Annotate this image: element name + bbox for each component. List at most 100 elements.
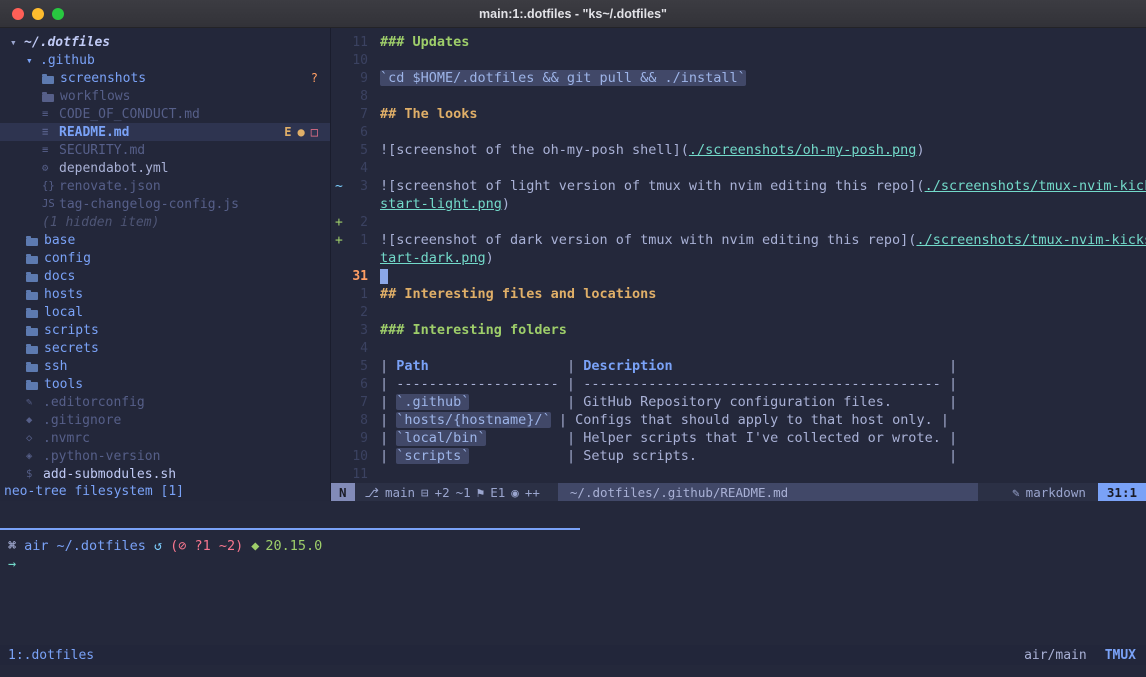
editor-line[interactable]: 7| `.github` | GitHub Repository configu… bbox=[331, 393, 1146, 411]
tree-item-config[interactable]: config bbox=[0, 249, 330, 267]
line-text: | Path | Description | bbox=[380, 358, 957, 374]
editor-line[interactable]: 11### Updates bbox=[331, 33, 1146, 51]
js-file-icon: JS bbox=[42, 198, 59, 210]
folder-icon bbox=[26, 382, 38, 390]
diff-changed: ~1 bbox=[456, 485, 471, 500]
tree-item-dependabot-yml[interactable]: ⚙dependabot.yml bbox=[0, 159, 330, 177]
tree-item-label: workflows bbox=[60, 89, 130, 104]
tree-item-label: ssh bbox=[44, 359, 67, 374]
tmux-window-tab[interactable]: 1:.dotfiles bbox=[8, 648, 94, 663]
tree-item-gitignore[interactable]: ◆.gitignore bbox=[0, 411, 330, 429]
editor-line[interactable]: 2 bbox=[331, 303, 1146, 321]
neo-tree-panel: ▾~/.dotfiles▾.githubscreenshots?workflow… bbox=[0, 28, 330, 501]
text-segment: | Helper scripts that I've collected or … bbox=[486, 430, 957, 446]
tree-item-code-of-conduct-md[interactable]: ≡CODE_OF_CONDUCT.md bbox=[0, 105, 330, 123]
line-number: 8 bbox=[344, 413, 368, 428]
editor-line[interactable]: ~3![screenshot of light version of tmux … bbox=[331, 177, 1146, 195]
tmux-session: ▾~/.dotfiles▾.githubscreenshots?workflow… bbox=[0, 28, 1146, 677]
text-segment: `scripts` bbox=[396, 448, 469, 464]
editor-line[interactable]: start-light.png) bbox=[331, 195, 1146, 213]
line-number: 7 bbox=[344, 107, 368, 122]
tree-item-tools[interactable]: tools bbox=[0, 375, 330, 393]
file-path: ~/.dotfiles/.github/README.md bbox=[558, 483, 978, 501]
tree-item-security-md[interactable]: ≡SECURITY.md bbox=[0, 141, 330, 159]
line-text: ## The looks bbox=[380, 106, 478, 122]
editor-line[interactable]: 1## Interesting files and locations bbox=[331, 285, 1146, 303]
tree-item-add-submodules-sh[interactable]: $add-submodules.sh bbox=[0, 465, 330, 483]
minimize-button[interactable] bbox=[32, 8, 44, 20]
tree-item-hosts[interactable]: hosts bbox=[0, 285, 330, 303]
editor-line[interactable]: 4 bbox=[331, 159, 1146, 177]
editor-line[interactable]: 10| `scripts` | Setup scripts. | bbox=[331, 447, 1146, 465]
editor-line[interactable]: +1![screenshot of dark version of tmux w… bbox=[331, 231, 1146, 249]
text-segment: | bbox=[380, 448, 396, 464]
tree-item-label: renovate.json bbox=[59, 179, 161, 194]
text-segment: | GitHub Repository configuration files.… bbox=[469, 394, 957, 410]
editor-line[interactable]: 31 bbox=[331, 267, 1146, 285]
tree-item-readme-md[interactable]: ≡README.mdE●□ bbox=[0, 123, 330, 141]
editor-line[interactable]: 11 bbox=[331, 465, 1146, 483]
text-segment: | Setup scripts. | bbox=[469, 448, 957, 464]
status-markers: E●□ bbox=[284, 125, 330, 139]
editor-line[interactable]: +2 bbox=[331, 213, 1146, 231]
line-text: tart-dark.png) bbox=[380, 250, 494, 266]
prompt-input-line[interactable]: → bbox=[8, 555, 16, 573]
editor-line[interactable]: 3### Interesting folders bbox=[331, 321, 1146, 339]
tree-item-dotfiles[interactable]: ▾~/.dotfiles bbox=[0, 33, 330, 51]
tree-item-label: .github bbox=[40, 53, 95, 68]
editor-line[interactable]: 8 bbox=[331, 87, 1146, 105]
editor-line[interactable]: tart-dark.png) bbox=[331, 249, 1146, 267]
expander-icon[interactable]: ▾ bbox=[10, 36, 24, 49]
tree-item-github[interactable]: ▾.github bbox=[0, 51, 330, 69]
yaml-file-icon: ⚙ bbox=[42, 162, 59, 174]
node-segment: ◆ 20.15.0 bbox=[251, 538, 322, 554]
tree-item-secrets[interactable]: secrets bbox=[0, 339, 330, 357]
editor-line[interactable]: 5![screenshot of the oh-my-posh shell](.… bbox=[331, 141, 1146, 159]
close-button[interactable] bbox=[12, 8, 24, 20]
editor-line[interactable]: 8| `hosts/{hostname}/` | Configs that sh… bbox=[331, 411, 1146, 429]
tree-item-screenshots[interactable]: screenshots? bbox=[0, 69, 330, 87]
tree-item-editorconfig[interactable]: ✎.editorconfig bbox=[0, 393, 330, 411]
editor-line[interactable]: 4 bbox=[331, 339, 1146, 357]
markdown-link: tart-dark.png bbox=[380, 250, 486, 266]
editor-line[interactable]: 5| Path | Description | bbox=[331, 357, 1146, 375]
editor-line[interactable]: 10 bbox=[331, 51, 1146, 69]
editor-line[interactable]: 9`cd $HOME/.dotfiles && git pull && ./in… bbox=[331, 69, 1146, 87]
node-version: 20.15.0 bbox=[265, 538, 322, 554]
tree-item-label: secrets bbox=[44, 341, 99, 356]
gitsign-icon: + bbox=[331, 215, 344, 230]
zoom-button[interactable] bbox=[52, 8, 64, 20]
tree-item-tag-changelog-config-js[interactable]: JStag-changelog-config.js bbox=[0, 195, 330, 213]
folder-icon bbox=[26, 346, 38, 354]
tree-item-ssh[interactable]: ssh bbox=[0, 357, 330, 375]
editor-pane[interactable]: 11### Updates 10 9`cd $HOME/.dotfiles &&… bbox=[331, 28, 1146, 483]
tmux-pane-border[interactable] bbox=[0, 528, 580, 530]
text-segment: ) bbox=[502, 196, 510, 212]
nvm-file-icon: ◇ bbox=[26, 432, 43, 444]
editor-line[interactable]: 6| -------------------- | --------------… bbox=[331, 375, 1146, 393]
line-text: | `scripts` | Setup scripts. | bbox=[380, 448, 957, 464]
tree-item-scripts[interactable]: scripts bbox=[0, 321, 330, 339]
status-markers: ? bbox=[311, 71, 330, 85]
editor-line[interactable]: 7 ## The looks bbox=[331, 105, 1146, 123]
tree-item-base[interactable]: base bbox=[0, 231, 330, 249]
folder-icon bbox=[26, 274, 38, 282]
tree-item-label: tag-changelog-config.js bbox=[59, 197, 239, 212]
tree-item-label: .python-version bbox=[43, 449, 160, 464]
line-number: 8 bbox=[344, 89, 368, 104]
line-text: ### Interesting folders bbox=[380, 322, 567, 338]
editor-line[interactable]: 6 bbox=[331, 123, 1146, 141]
tree-item-1-hidden-item[interactable]: (1 hidden item) bbox=[0, 213, 330, 231]
tree-item-docs[interactable]: docs bbox=[0, 267, 330, 285]
gitsign-icon: + bbox=[331, 233, 344, 248]
tree-item-workflows[interactable]: workflows bbox=[0, 87, 330, 105]
editor-line[interactable]: 9| `local/bin` | Helper scripts that I'v… bbox=[331, 429, 1146, 447]
folder-icon bbox=[26, 364, 38, 372]
expander-icon[interactable]: ▾ bbox=[26, 54, 40, 67]
tree-item-renovate-json[interactable]: {}renovate.json bbox=[0, 177, 330, 195]
tree-item-nvmrc[interactable]: ◇.nvmrc bbox=[0, 429, 330, 447]
tree-item-local[interactable]: local bbox=[0, 303, 330, 321]
line-number: 11 bbox=[344, 35, 368, 50]
tree-item-python-version[interactable]: ◈.python-version bbox=[0, 447, 330, 465]
line-number: 6 bbox=[344, 125, 368, 140]
